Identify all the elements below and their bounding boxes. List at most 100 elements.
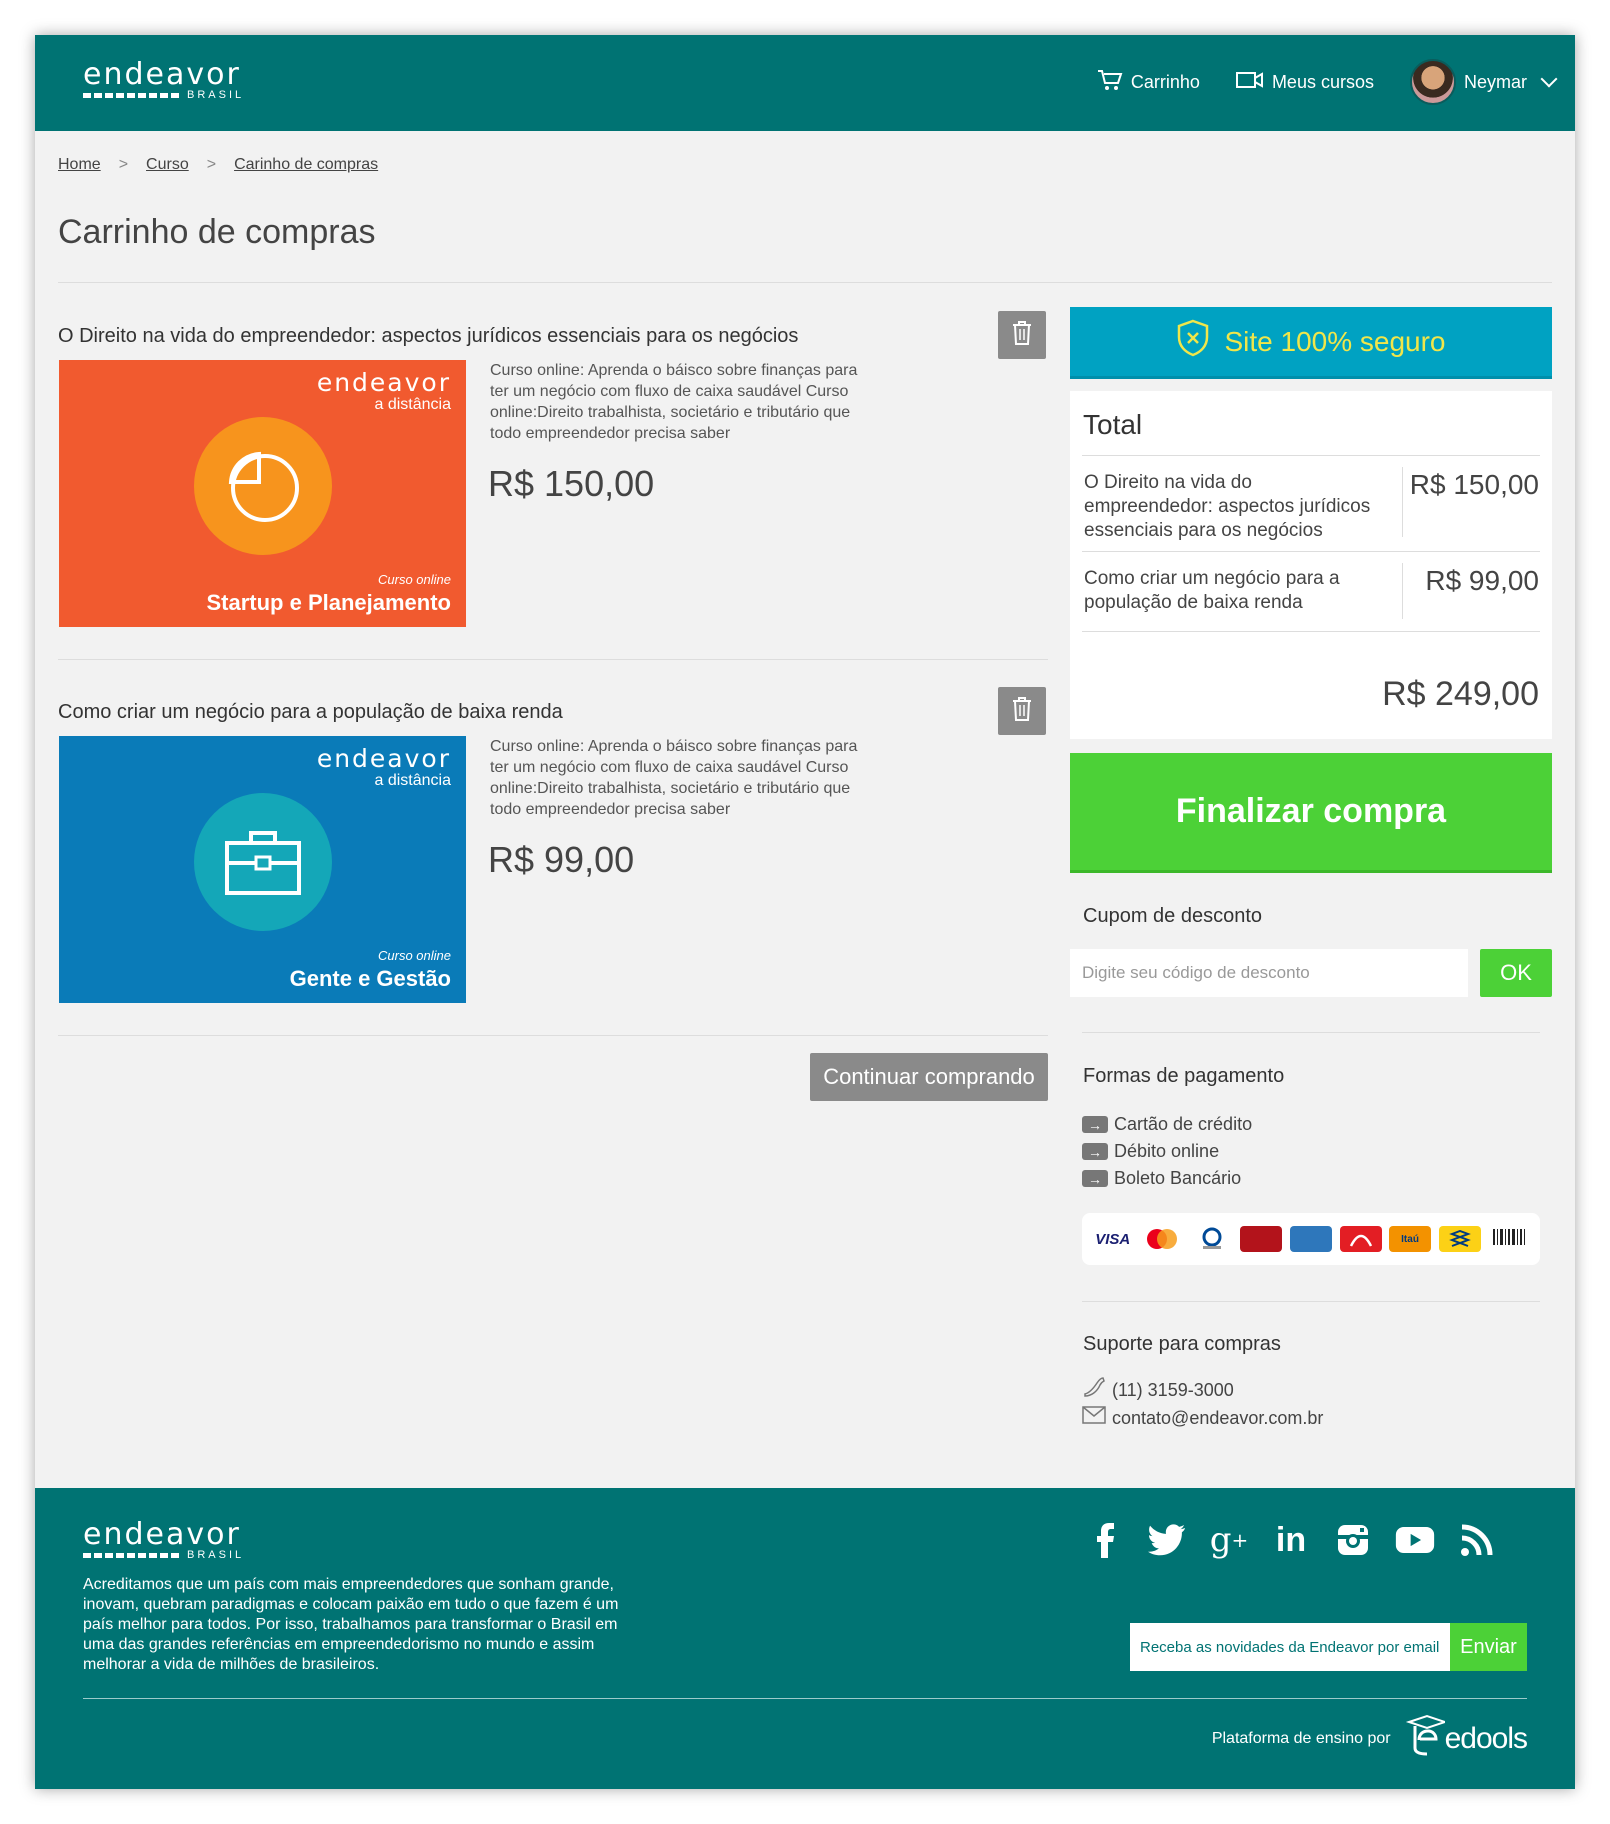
pie-chart-icon: [194, 417, 332, 555]
summary-item-price: R$ 150,00: [1409, 469, 1539, 500]
support-title: Suporte para compras: [1083, 1333, 1281, 1355]
breadcrumb-cart[interactable]: Carinho de compras: [234, 156, 378, 174]
secure-label: Site 100% seguro: [1224, 325, 1446, 357]
summary-item-price: R$ 99,00: [1425, 565, 1539, 596]
divider: [58, 282, 1552, 283]
cart-icon: [1097, 68, 1123, 97]
nav-cart-label: Carrinho: [1130, 71, 1200, 92]
nav-courses-label: Meus cursos: [1271, 71, 1374, 92]
summary-item-name: O Direito na vida do empreendedor: aspec…: [1084, 472, 1371, 541]
secure-site-banner: Site 100% seguro: [1070, 307, 1552, 379]
itau-logo: Itaú: [1389, 1226, 1432, 1252]
footer-about-text: Acreditamos que um país com mais empreen…: [83, 1576, 619, 1673]
thumb-course-name: Gente e Gestão: [289, 966, 451, 991]
nav-my-courses[interactable]: Meus cursos: [1235, 70, 1374, 95]
endeavor-logo[interactable]: endeavor BRASIL: [83, 60, 245, 101]
course-thumbnail[interactable]: endeavor a distância Curso online Gente …: [59, 736, 466, 1003]
item-price: R$ 150,00: [488, 463, 655, 504]
social-links: g + in: [1085, 1520, 1497, 1560]
summary-title: Total: [1083, 409, 1143, 440]
newsletter-email-input[interactable]: [1130, 1623, 1450, 1671]
arrow-right-icon: →: [1082, 1116, 1108, 1133]
remove-item-button[interactable]: [998, 311, 1046, 359]
avatar: [1409, 59, 1456, 105]
logo-sub: BRASIL: [187, 89, 245, 101]
summary-total: R$ 249,00: [1382, 675, 1539, 713]
support-phone[interactable]: (11) 3159-3000: [1082, 1375, 1323, 1405]
trash-icon: [1011, 696, 1033, 727]
item-price: R$ 99,00: [488, 839, 635, 880]
payment-method-label: Débito online: [1114, 1141, 1220, 1161]
instagram-icon[interactable]: [1333, 1520, 1373, 1560]
divider: [83, 1698, 1527, 1699]
newsletter-send-button[interactable]: Enviar: [1450, 1623, 1527, 1671]
diners-logo: [1191, 1226, 1233, 1252]
twitter-icon[interactable]: [1147, 1520, 1187, 1560]
divider: [58, 1035, 1048, 1036]
edools-logo[interactable]: edools: [1405, 1714, 1528, 1764]
breadcrumb-separator-icon: >: [118, 156, 129, 173]
list-item: → Boleto Bancário: [1082, 1165, 1252, 1192]
item-description: Curso online: Aprenda o báisco sobre fin…: [490, 738, 858, 818]
apply-coupon-button[interactable]: OK: [1480, 949, 1552, 997]
divider: [1082, 631, 1540, 632]
course-thumbnail[interactable]: endeavor a distância Curso online Startu…: [59, 360, 466, 627]
envelope-icon: [1082, 1405, 1106, 1432]
facebook-icon[interactable]: [1085, 1520, 1125, 1560]
coupon-input[interactable]: [1070, 949, 1468, 997]
header: endeavor BRASIL Carrinho Meus cursos Ney…: [35, 35, 1575, 131]
linkedin-icon[interactable]: in: [1271, 1520, 1311, 1560]
top-nav: Carrinho Meus cursos Neymar: [1097, 55, 1558, 109]
youtube-icon[interactable]: [1395, 1520, 1435, 1560]
thumb-tag: Curso online: [378, 948, 451, 963]
support-phone-text: (11) 3159-3000: [1112, 1379, 1234, 1400]
user-menu[interactable]: Neymar: [1409, 59, 1558, 105]
divider: [1082, 1032, 1540, 1033]
order-summary: Total O Direito na vida do empreendedor:…: [1070, 391, 1552, 739]
mastercard-logo: [1141, 1226, 1183, 1252]
american-express-logo: [1289, 1226, 1332, 1252]
breadcrumb-home[interactable]: Home: [58, 156, 101, 174]
item-title: O Direito na vida do empreendedor: aspec…: [58, 325, 799, 347]
support-contacts: (11) 3159-3000 contato@endeavor.com.br: [1082, 1375, 1323, 1432]
aura-logo: [1339, 1226, 1382, 1252]
banco-do-brasil-logo: [1438, 1226, 1481, 1252]
phone-icon: [1082, 1375, 1106, 1405]
user-name: Neymar: [1463, 71, 1527, 92]
payment-methods: → Cartão de crédito → Débito online → Bolet…: [1082, 1111, 1252, 1192]
endeavor-logo[interactable]: endeavor BRASIL: [83, 1517, 245, 1561]
powered-by: Plataforma de ensino por edools: [1211, 1714, 1528, 1764]
continue-shopping-button[interactable]: Continuar comprando: [810, 1053, 1048, 1101]
page-title: Carrinho de compras: [58, 213, 376, 251]
coupon-title: Cupom de desconto: [1083, 905, 1263, 927]
payment-method-label: Boleto Bancário: [1114, 1168, 1242, 1188]
briefcase-icon: [194, 793, 332, 931]
item-description: Curso online: Aprenda o báisco sobre fin…: [490, 362, 858, 442]
page-frame: endeavor BRASIL Carrinho Meus cursos Ney…: [35, 35, 1575, 1789]
breadcrumb-separator-icon: >: [206, 156, 217, 173]
nav-cart[interactable]: Carrinho: [1097, 68, 1200, 97]
thumb-tag: Curso online: [378, 572, 451, 587]
remove-item-button[interactable]: [998, 687, 1046, 735]
thumb-course-name: Startup e Planejamento: [206, 590, 451, 615]
logo-word: endeavor: [83, 1517, 241, 1552]
finalize-purchase-button[interactable]: Finalizar compra: [1070, 753, 1552, 873]
rss-icon[interactable]: [1457, 1520, 1497, 1560]
powered-by-label: Plataforma de ensino por: [1211, 1730, 1391, 1747]
arrow-right-icon: →: [1082, 1170, 1108, 1187]
divider: [1082, 455, 1540, 456]
breadcrumb-course[interactable]: Curso: [146, 156, 189, 174]
google-plus-icon[interactable]: g +: [1209, 1520, 1249, 1560]
divider: [1082, 551, 1540, 552]
edools-icon: [1405, 1714, 1448, 1764]
logo-sub: BRASIL: [187, 1549, 245, 1561]
support-email[interactable]: contato@endeavor.com.br: [1082, 1405, 1323, 1432]
list-item: → Cartão de crédito: [1082, 1111, 1252, 1138]
boleto-logo: [1488, 1226, 1530, 1252]
divider: [1402, 467, 1403, 537]
arrow-right-icon: →: [1082, 1143, 1108, 1160]
thumb-subtitle: a distância: [374, 772, 452, 789]
list-item: → Débito online: [1082, 1138, 1252, 1165]
video-camera-icon: [1235, 70, 1264, 95]
hipercard-logo: [1240, 1226, 1283, 1252]
